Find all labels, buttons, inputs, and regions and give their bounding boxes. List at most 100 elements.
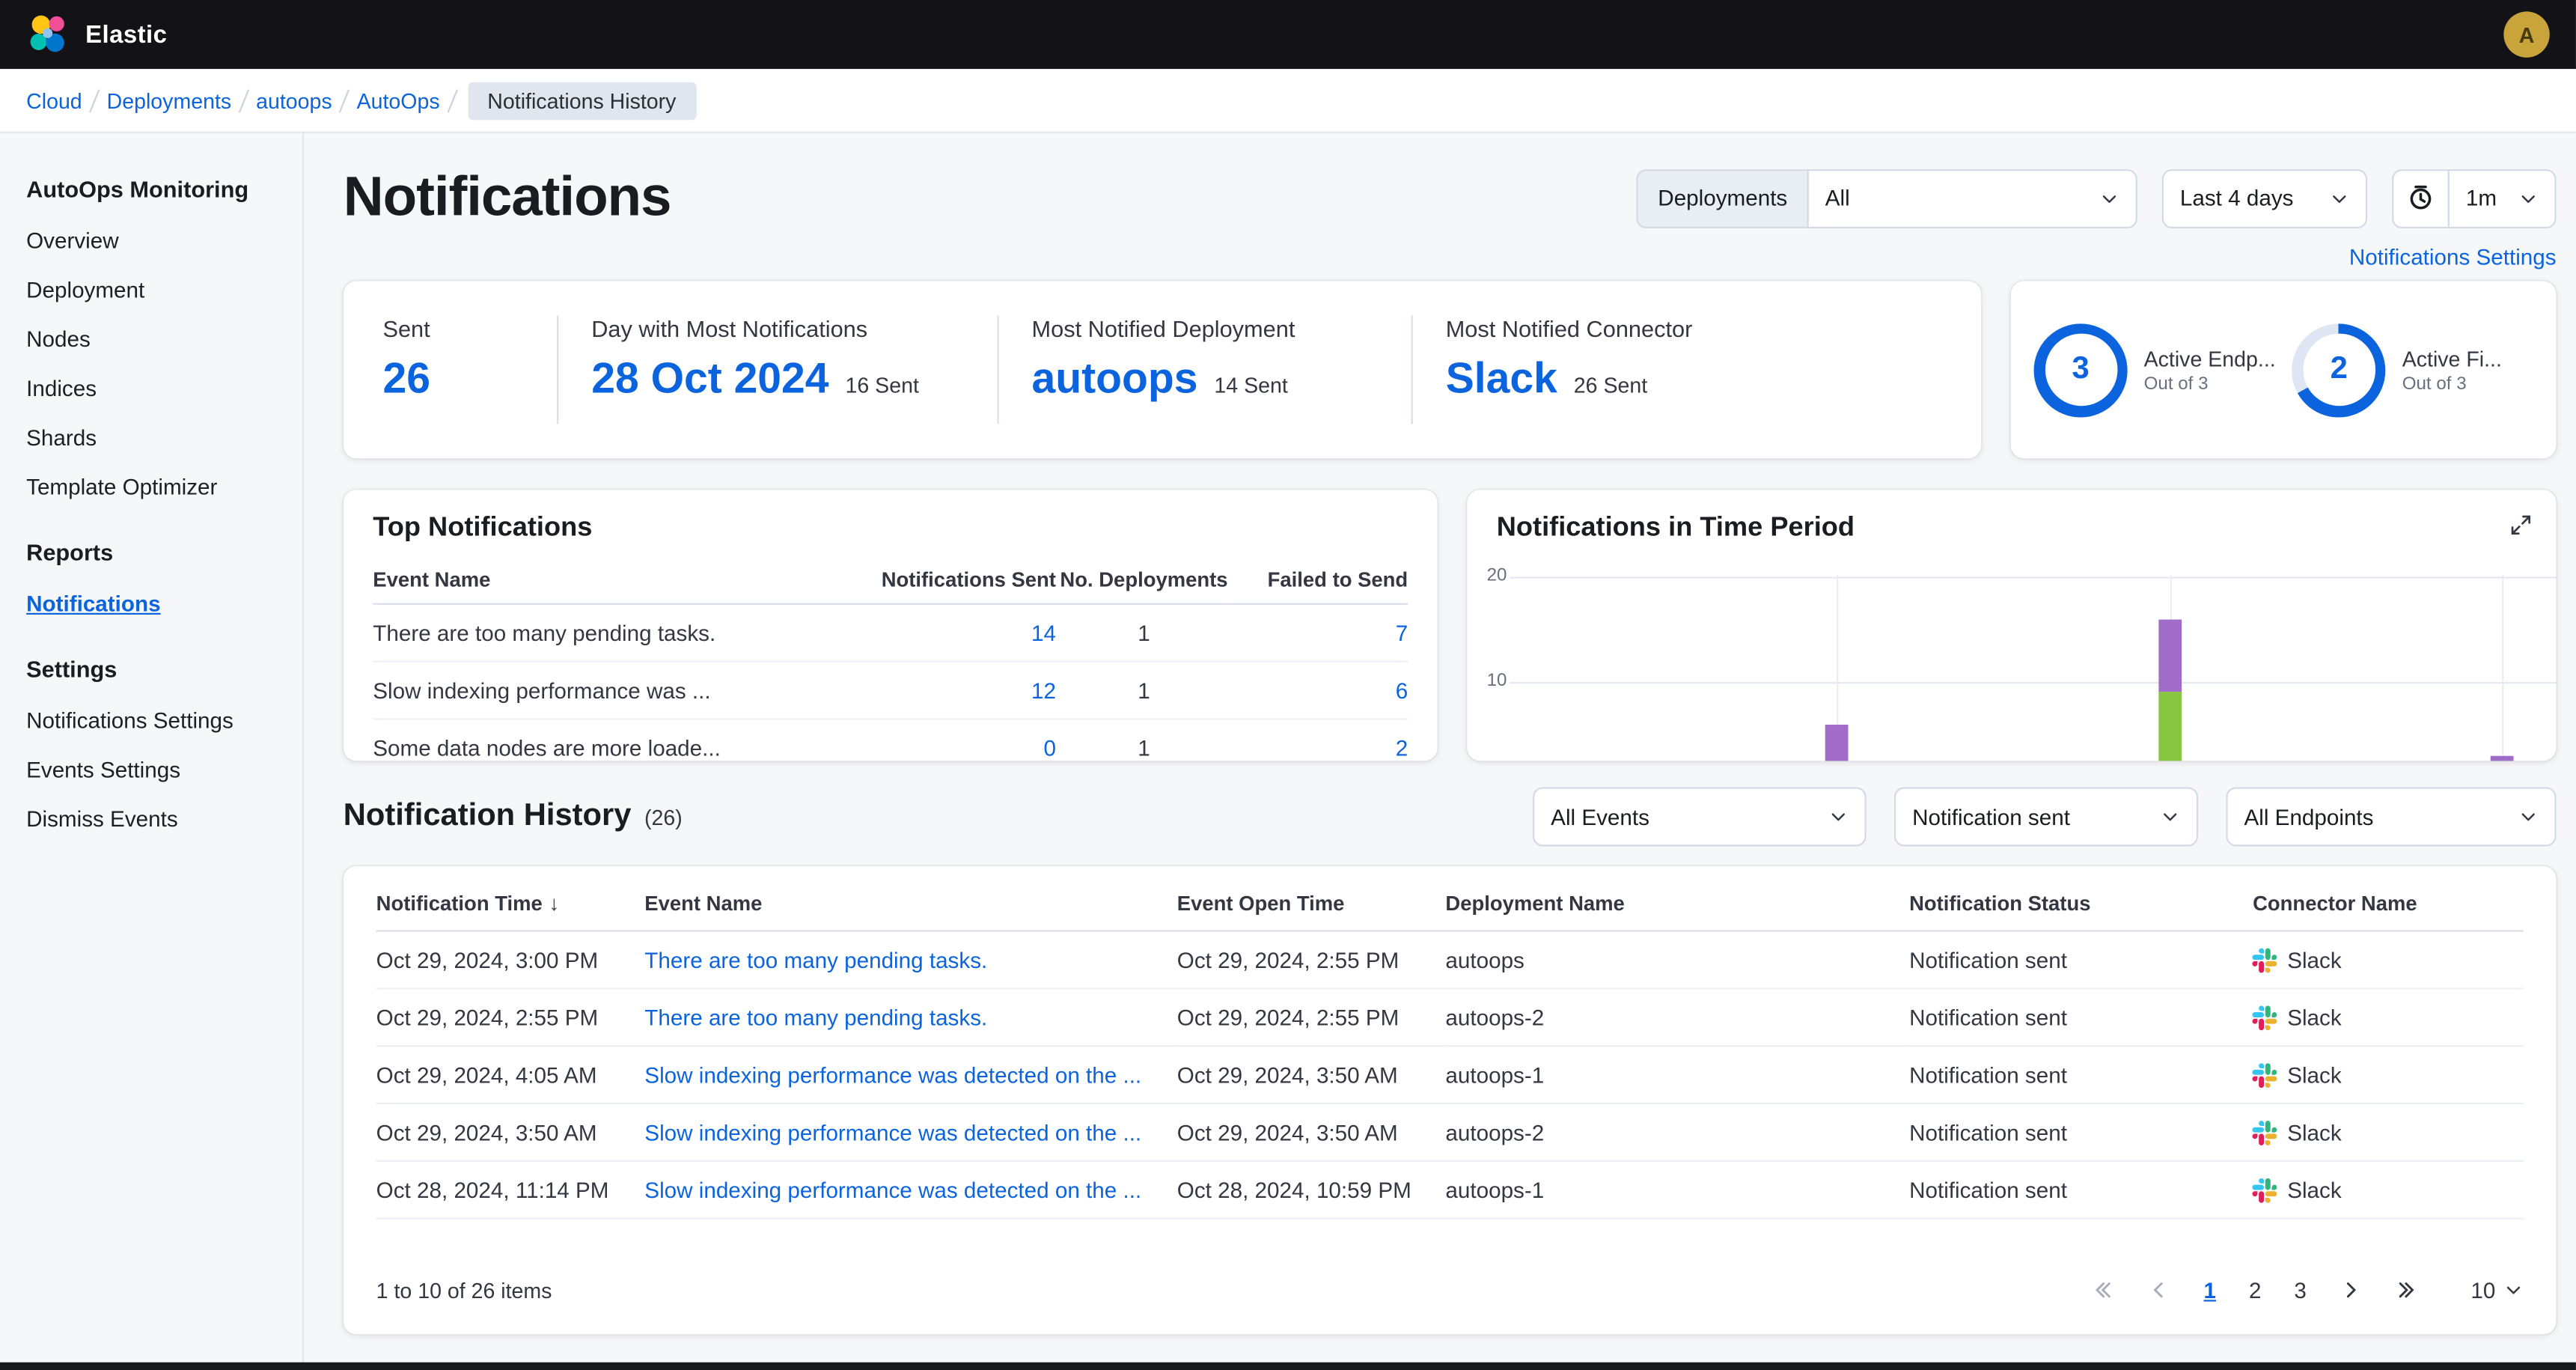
breadcrumb-cloud[interactable]: Cloud	[26, 88, 94, 112]
refresh-interval-button[interactable]	[2392, 168, 2448, 228]
sidebar-item-dismiss-events[interactable]: Dismiss Events	[26, 794, 276, 843]
sidebar-item-template-optimizer[interactable]: Template Optimizer	[26, 462, 276, 511]
stat-sent: Sent 26	[382, 315, 557, 424]
active-filters-value: 2	[2303, 334, 2375, 407]
stat-deployment-value: autoops	[1032, 356, 1198, 399]
stat-deployment-label: Most Notified Deployment	[1032, 315, 1382, 341]
event-name-link[interactable]: There are too many pending tasks.	[644, 1005, 987, 1029]
sidebar-item-overview[interactable]: Overview	[26, 216, 276, 265]
stat-sent-value: 26	[382, 356, 430, 399]
refresh-interval-select[interactable]: 1m	[2448, 168, 2557, 228]
col-notification-time[interactable]: Notification Time↓	[376, 873, 645, 931]
notifications-settings-link[interactable]: Notifications Settings	[2349, 245, 2557, 270]
deployment-name-cell: autoops-1	[1445, 1046, 1909, 1103]
app-window: Elastic A Cloud Deployments autoops Auto…	[0, 0, 2576, 1370]
notification-history-header: Notification History (26) All Events Not…	[344, 787, 2557, 846]
breadcrumb-autoops-app[interactable]: AutoOps	[345, 88, 451, 112]
event-name-link[interactable]: There are too many pending tasks.	[644, 947, 987, 972]
all-events-select[interactable]: All Events	[1533, 787, 1867, 846]
stat-most-notified-deployment: Most Notified Deployment autoops 14 Sent	[997, 315, 1411, 424]
chart-bar	[2158, 619, 2182, 761]
notification-status-select[interactable]: Notification sent	[1894, 787, 2198, 846]
connector-name-cell: Slack	[2287, 1005, 2341, 1029]
top-notifications-table: Event Name Notifications Sent No. Deploy…	[373, 557, 1408, 761]
failed-count-link[interactable]: 7	[1396, 621, 1408, 645]
auto-refresh-group: 1m	[2392, 168, 2557, 228]
table-row: Oct 29, 2024, 4:05 AM Slow indexing perf…	[376, 1046, 2524, 1103]
sidebar-item-shards[interactable]: Shards	[26, 412, 276, 462]
next-page-button[interactable]	[2323, 1272, 2379, 1308]
sidebar-heading-settings: Settings	[26, 656, 276, 682]
stat-day-value: 28 Oct 2024	[591, 356, 828, 399]
notification-time-cell: Oct 28, 2024, 11:14 PM	[376, 1161, 645, 1219]
event-name-link[interactable]: Slow indexing performance was detected o…	[644, 1062, 1141, 1087]
col-event-name: Event Name	[373, 557, 870, 604]
table-row: Oct 29, 2024, 3:00 PM There are too many…	[376, 931, 2524, 989]
deployments-select-value: All	[1825, 186, 1850, 210]
items-per-page-select[interactable]: 10	[2470, 1278, 2523, 1303]
all-endpoints-select[interactable]: All Endpoints	[2226, 787, 2556, 846]
brand-title: Elastic	[85, 20, 167, 48]
expand-chart-icon[interactable]	[2506, 509, 2537, 549]
active-endpoints-stat: 3 Active Endp... Out of 3	[2034, 323, 2276, 416]
notification-history-count: (26)	[644, 805, 683, 829]
event-name-link[interactable]: Slow indexing performance was detected o…	[644, 1178, 1141, 1202]
notification-status-cell: Notification sent	[1909, 1161, 2253, 1219]
sent-count-link[interactable]: 12	[1031, 678, 1056, 702]
slack-icon	[2253, 1005, 2277, 1029]
deployment-name-cell: autoops-2	[1445, 1103, 1909, 1161]
sidebar-item-notifications-settings[interactable]: Notifications Settings	[26, 695, 276, 745]
items-per-page-value: 10	[2470, 1278, 2495, 1303]
col-notifications-sent: Notifications Sent	[870, 557, 1056, 604]
page-header-row: Notifications Deployments All Last 4 day…	[344, 166, 2557, 231]
sidebar-item-events-settings[interactable]: Events Settings	[26, 744, 276, 794]
page-1-button[interactable]: 1	[2188, 1271, 2232, 1309]
notification-status-cell: Notification sent	[1909, 988, 2253, 1046]
history-filters: All Events Notification sent All Endpoin…	[1533, 787, 2557, 846]
sent-count-link[interactable]: 14	[1031, 621, 1056, 645]
middle-panels-row: Top Notifications Event Name Notificatio…	[344, 490, 2557, 761]
chart-title: Notifications in Time Period	[1497, 513, 1855, 544]
event-name-link[interactable]: Slow indexing performance was detected o…	[644, 1120, 1141, 1145]
deployment-name-cell: autoops-1	[1445, 1161, 1909, 1219]
sidebar-item-nodes[interactable]: Nodes	[26, 314, 276, 363]
elastic-logo-icon[interactable]	[26, 13, 69, 56]
sidebar-item-deployment[interactable]: Deployment	[26, 264, 276, 314]
sidebar-item-indices[interactable]: Indices	[26, 363, 276, 412]
chart-bar-segment	[2158, 692, 2182, 761]
active-endpoints-ring: 3	[2034, 323, 2128, 416]
table-row: Some data nodes are more loade... 0 1 2	[373, 719, 1408, 761]
slack-icon	[2253, 1120, 2277, 1145]
chevron-down-icon	[1828, 807, 1848, 826]
page-3-button[interactable]: 3	[2277, 1271, 2322, 1309]
sent-count-link[interactable]: 0	[1043, 735, 1055, 760]
time-range-select[interactable]: Last 4 days	[2162, 168, 2367, 228]
deployments-filter-group: Deployments All	[1637, 168, 2137, 228]
event-open-time-cell: Oct 29, 2024, 2:55 PM	[1177, 988, 1446, 1046]
col-label: Notification Time	[376, 892, 543, 916]
pagination-summary: 1 to 10 of 26 items	[376, 1278, 552, 1303]
gridline-10	[1507, 682, 2557, 684]
active-status-panel: 3 Active Endp... Out of 3 2 Active Fi...	[2011, 281, 2557, 458]
top-notifications-panel: Top Notifications Event Name Notificatio…	[344, 490, 1438, 761]
chart-bar	[1826, 724, 1849, 761]
page-2-button[interactable]: 2	[2232, 1271, 2277, 1309]
connector-name-cell: Slack	[2287, 1178, 2341, 1202]
sidebar-item-notifications[interactable]: Notifications	[26, 579, 276, 628]
failed-count-link[interactable]: 2	[1396, 735, 1408, 760]
screen: Elastic A Cloud Deployments autoops Auto…	[0, 0, 2576, 1370]
breadcrumb-deployments[interactable]: Deployments	[95, 88, 242, 112]
slack-icon	[2253, 1062, 2277, 1087]
table-header-row: Notification Time↓ Event Name Event Open…	[376, 873, 2524, 931]
user-avatar[interactable]: A	[2503, 11, 2549, 57]
deployments-select[interactable]: All	[1807, 168, 2137, 228]
last-page-button[interactable]	[2378, 1272, 2435, 1308]
y-axis-tick-10: 10	[1483, 671, 1510, 690]
event-open-time-cell: Oct 29, 2024, 2:55 PM	[1177, 931, 1446, 989]
notification-history-title: Notification History	[344, 799, 632, 835]
breadcrumb-autoops[interactable]: autoops	[245, 88, 344, 112]
col-event-open-time: Event Open Time	[1177, 873, 1446, 931]
failed-count-link[interactable]: 6	[1396, 678, 1408, 702]
notification-status-cell: Notification sent	[1909, 931, 2253, 989]
col-notification-status: Notification Status	[1909, 873, 2253, 931]
